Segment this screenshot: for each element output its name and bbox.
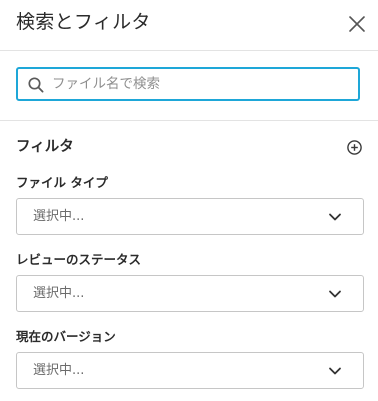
- search-section: [0, 51, 378, 121]
- close-icon: [349, 16, 365, 32]
- chevron-down-icon: [329, 367, 341, 375]
- panel-header: 検索とフィルタ: [0, 0, 378, 51]
- search-icon: [28, 77, 44, 93]
- current-version-value: 選択中...: [33, 363, 85, 378]
- review-status-label: レビューのステータス: [16, 252, 142, 267]
- add-filter-button[interactable]: [346, 139, 363, 156]
- search-input[interactable]: [52, 73, 352, 95]
- close-button[interactable]: [344, 11, 370, 37]
- search-box[interactable]: [16, 67, 360, 101]
- file-type-label: ファイル タイプ: [16, 175, 108, 190]
- plus-circle-icon: [347, 140, 362, 155]
- review-status-value: 選択中...: [33, 286, 85, 301]
- search-filter-panel: 検索とフィルタ フィルタ ファイル タイプ 選択中...: [0, 0, 378, 401]
- chevron-down-icon: [329, 213, 341, 221]
- filters-heading: フィルタ: [16, 139, 74, 155]
- file-type-value: 選択中...: [33, 209, 85, 224]
- file-type-select[interactable]: 選択中...: [16, 198, 364, 235]
- chevron-down-icon: [329, 290, 341, 298]
- panel-title: 検索とフィルタ: [16, 11, 151, 33]
- review-status-select[interactable]: 選択中...: [16, 275, 364, 312]
- current-version-label: 現在のバージョン: [16, 329, 116, 344]
- current-version-select[interactable]: 選択中...: [16, 352, 364, 389]
